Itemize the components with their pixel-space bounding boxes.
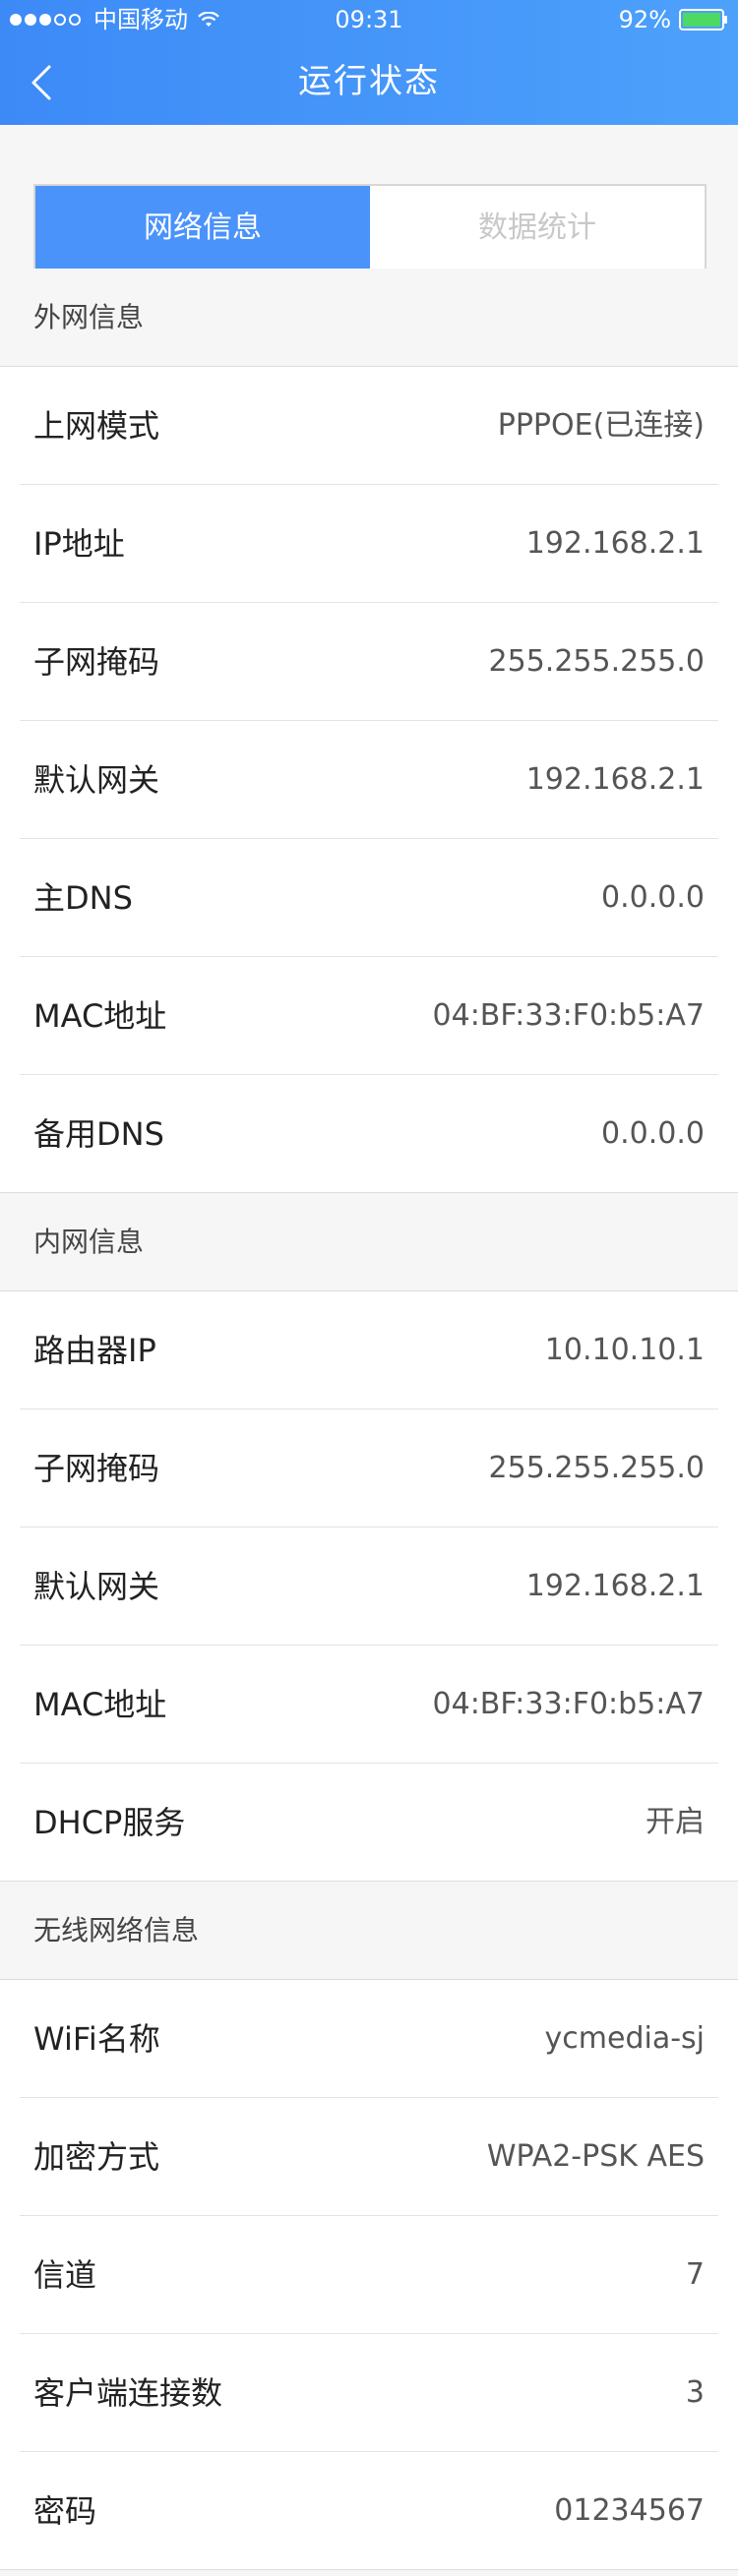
list-item: 默认网关 192.168.2.1 bbox=[0, 1528, 738, 1646]
row-value: 04:BF:33:F0:b5:A7 bbox=[432, 1687, 705, 1721]
row-label: DHCP服务 bbox=[33, 1804, 186, 1841]
row-label: IP地址 bbox=[33, 525, 125, 563]
row-value: 192.168.2.1 bbox=[525, 1569, 705, 1603]
row-value: 0.0.0.0 bbox=[601, 880, 705, 915]
status-bar: 中国移动 09:31 92% bbox=[0, 0, 738, 39]
list-item: MAC地址 04:BF:33:F0:b5:A7 bbox=[0, 957, 738, 1075]
section-header-wifi: 无线网络信息 bbox=[0, 1882, 738, 1980]
section-title: 无线网络信息 bbox=[33, 1914, 200, 1947]
list-item: 子网掩码 255.255.255.0 bbox=[0, 1409, 738, 1528]
battery-icon bbox=[679, 9, 727, 30]
row-label: 备用DNS bbox=[33, 1115, 164, 1153]
top-bar: 中国移动 09:31 92% 运行状态 bbox=[0, 0, 738, 125]
tab-network-info[interactable]: 网络信息 bbox=[35, 186, 370, 270]
row-label: 路由器IP bbox=[33, 1332, 156, 1369]
divider bbox=[0, 2569, 738, 2570]
row-label: 默认网关 bbox=[33, 1568, 160, 1605]
row-label: MAC地址 bbox=[33, 997, 167, 1035]
row-label: 子网掩码 bbox=[33, 643, 160, 681]
row-label: 子网掩码 bbox=[33, 1450, 160, 1487]
row-value: 192.168.2.1 bbox=[525, 526, 705, 561]
list-item: 路由器IP 10.10.10.1 bbox=[0, 1291, 738, 1409]
list-item: 加密方式 WPA2-PSK AES bbox=[0, 2098, 738, 2216]
list-item: 信道 7 bbox=[0, 2216, 738, 2334]
list-item: 密码 01234567 bbox=[0, 2452, 738, 2570]
row-value: 0.0.0.0 bbox=[601, 1116, 705, 1151]
section-header-lan: 内网信息 bbox=[0, 1193, 738, 1291]
row-label: 信道 bbox=[33, 2256, 97, 2294]
segmented-control: 网络信息 数据统计 bbox=[33, 184, 707, 272]
tab-data-stats[interactable]: 数据统计 bbox=[370, 186, 705, 270]
row-value: ycmedia-sj bbox=[544, 2021, 705, 2056]
lan-list: 路由器IP 10.10.10.1 子网掩码 255.255.255.0 默认网关… bbox=[0, 1291, 738, 1882]
row-label: 主DNS bbox=[33, 879, 133, 917]
list-item: DHCP服务 开启 bbox=[0, 1764, 738, 1882]
section-header-wan: 外网信息 bbox=[0, 269, 738, 367]
status-right: 92% bbox=[619, 0, 728, 39]
wan-list: 上网模式 PPPOE(已连接) IP地址 192.168.2.1 子网掩码 25… bbox=[0, 367, 738, 1193]
navigation-bar: 运行状态 bbox=[0, 39, 738, 125]
row-value: 192.168.2.1 bbox=[525, 762, 705, 797]
page-title: 运行状态 bbox=[298, 62, 440, 101]
list-item: WiFi名称 ycmedia-sj bbox=[0, 1980, 738, 2098]
row-value: 255.255.255.0 bbox=[488, 644, 705, 679]
list-item: 备用DNS 0.0.0.0 bbox=[0, 1075, 738, 1193]
list-item: 主DNS 0.0.0.0 bbox=[0, 839, 738, 957]
row-value: 255.255.255.0 bbox=[488, 1451, 705, 1485]
row-label: 加密方式 bbox=[33, 2138, 160, 2176]
row-label: WiFi名称 bbox=[33, 2020, 160, 2058]
battery-percent: 92% bbox=[618, 6, 671, 33]
row-value: 01234567 bbox=[554, 2493, 705, 2528]
row-label: 默认网关 bbox=[33, 761, 160, 799]
list-item: 上网模式 PPPOE(已连接) bbox=[0, 367, 738, 485]
row-label: MAC地址 bbox=[33, 1686, 167, 1723]
row-label: 上网模式 bbox=[33, 407, 160, 445]
row-label: 客户端连接数 bbox=[33, 2374, 223, 2412]
row-value: PPPOE(已连接) bbox=[497, 408, 705, 443]
list-item: 客户端连接数 3 bbox=[0, 2334, 738, 2452]
wifi-list: WiFi名称 ycmedia-sj 加密方式 WPA2-PSK AES 信道 7… bbox=[0, 1980, 738, 2570]
row-value: 3 bbox=[685, 2375, 705, 2410]
row-value: 开启 bbox=[646, 1805, 705, 1839]
list-item: 默认网关 192.168.2.1 bbox=[0, 721, 738, 839]
row-value: 10.10.10.1 bbox=[544, 1333, 705, 1367]
row-value: WPA2-PSK AES bbox=[486, 2139, 705, 2174]
row-value: 7 bbox=[685, 2257, 705, 2292]
list-item: MAC地址 04:BF:33:F0:b5:A7 bbox=[0, 1646, 738, 1764]
list-item: 子网掩码 255.255.255.0 bbox=[0, 603, 738, 721]
row-value: 04:BF:33:F0:b5:A7 bbox=[432, 998, 705, 1033]
row-label: 密码 bbox=[33, 2492, 97, 2530]
section-title: 外网信息 bbox=[33, 301, 145, 333]
list-item: IP地址 192.168.2.1 bbox=[0, 485, 738, 603]
section-title: 内网信息 bbox=[33, 1226, 145, 1258]
